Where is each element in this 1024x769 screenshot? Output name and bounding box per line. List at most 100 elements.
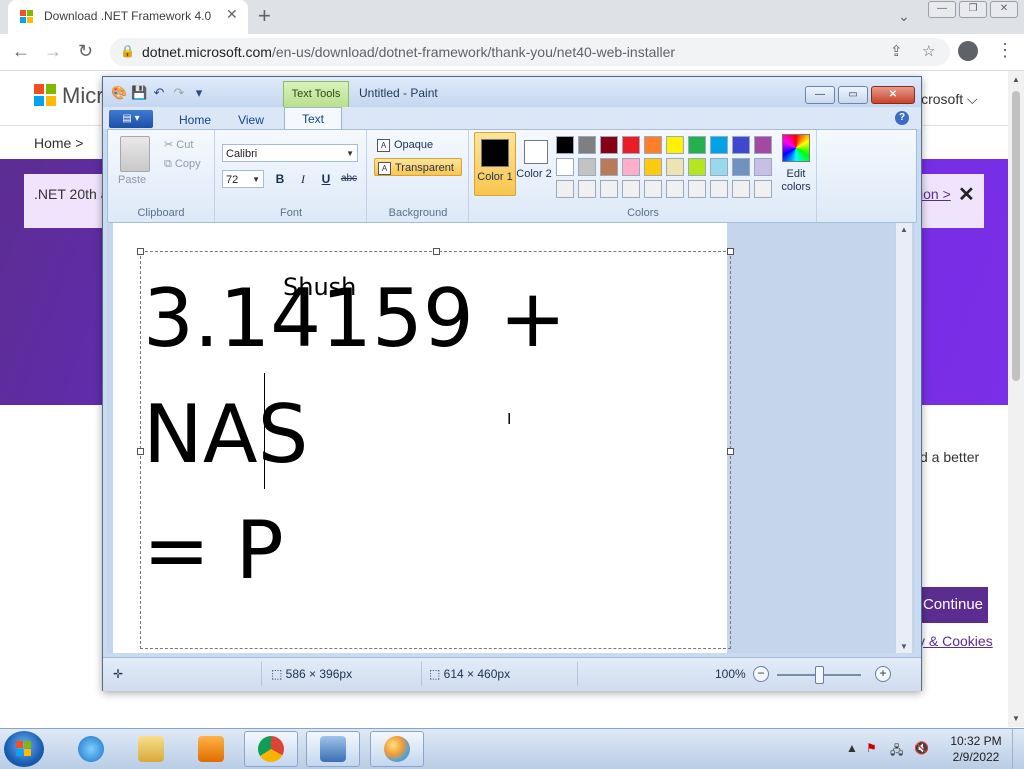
palette-swatch[interactable] (622, 136, 640, 154)
redo-icon[interactable]: ↷ (171, 85, 187, 101)
start-button[interactable] (4, 731, 44, 767)
announcement-link[interactable]: ion > (920, 186, 951, 202)
palette-swatch[interactable] (644, 136, 662, 154)
file-explorer-icon[interactable] (124, 731, 178, 767)
banner-close-icon[interactable]: ✕ (982, 417, 995, 437)
palette-swatch[interactable] (578, 180, 596, 198)
customize-qat-icon[interactable]: ▾ (191, 85, 207, 101)
palette-swatch[interactable] (666, 136, 684, 154)
scroll-thumb[interactable] (1012, 91, 1020, 381)
help-icon[interactable]: ? (895, 111, 909, 125)
palette-swatch[interactable] (556, 158, 574, 176)
zoom-slider-thumb[interactable] (815, 666, 824, 684)
color2-label[interactable]: Color 2 (514, 168, 554, 181)
underline-button[interactable]: U (316, 170, 336, 188)
tab-view[interactable]: View (227, 111, 275, 129)
palette-swatch[interactable] (732, 158, 750, 176)
palette-swatch[interactable] (666, 158, 684, 176)
edit-colors-button[interactable]: Edit colors (776, 134, 816, 194)
paint-maximize-button[interactable]: ▭ (838, 86, 868, 104)
italic-button[interactable]: I (293, 170, 313, 188)
palette-swatch[interactable] (754, 136, 772, 154)
url-text[interactable]: dotnet.microsoft.com/en-us/download/dotn… (142, 44, 675, 60)
bold-button[interactable]: B (270, 170, 290, 188)
show-hidden-icons[interactable]: ▲ (846, 741, 858, 755)
paint-menu-button[interactable]: ▤ ▾ (109, 110, 153, 128)
paint-taskbar-icon[interactable] (370, 731, 424, 767)
show-desktop-button[interactable] (1012, 729, 1024, 769)
volume-muted-icon[interactable]: 🔇 (914, 741, 929, 755)
palette-swatch[interactable] (556, 180, 574, 198)
new-tab-button[interactable]: + (258, 3, 271, 29)
breadcrumb-home[interactable]: Home > (34, 135, 83, 151)
system-clock[interactable]: 10:32 PM 2/9/2022 (948, 733, 1004, 765)
color1-button[interactable]: Color 1 (474, 132, 516, 196)
paint-close-button[interactable]: ✕ (871, 86, 915, 104)
palette-swatch[interactable] (688, 180, 706, 198)
palette-swatch[interactable] (688, 136, 706, 154)
tab-search-icon[interactable]: ⌄ (898, 8, 910, 25)
profile-avatar-icon[interactable] (958, 41, 978, 61)
palette-swatch[interactable] (578, 136, 596, 154)
paint-minimize-button[interactable]: — (805, 86, 835, 104)
palette-swatch[interactable] (666, 180, 684, 198)
canvas-scroll-up-icon[interactable]: ▲ (900, 225, 908, 234)
palette-swatch[interactable] (622, 158, 640, 176)
palette-swatch[interactable] (688, 158, 706, 176)
close-button[interactable]: ✕ (990, 1, 1018, 18)
palette-swatch[interactable] (710, 180, 728, 198)
paint-canvas[interactable]: 3.14159 + NAS = P Shush I (113, 223, 734, 653)
zoom-in-icon[interactable]: + (875, 666, 891, 682)
scroll-down-icon[interactable]: ▼ (1012, 714, 1020, 723)
share-icon[interactable]: ⇪ (890, 42, 903, 60)
paint-app-icon[interactable]: 🎨 (111, 85, 127, 101)
tab-home[interactable]: Home (171, 111, 219, 129)
color2-swatch[interactable] (524, 140, 548, 164)
paste-icon[interactable] (120, 136, 150, 172)
palette-swatch[interactable] (556, 136, 574, 154)
palette-swatch[interactable] (600, 180, 618, 198)
save-icon[interactable]: 💾 (131, 85, 147, 101)
font-family-select[interactable]: Calibri ▼ (222, 144, 358, 162)
privacy-cookies-link[interactable]: y & Cookies (918, 633, 993, 649)
palette-swatch[interactable] (644, 180, 662, 198)
action-center-icon[interactable]: ⚑ (866, 741, 877, 755)
palette-swatch[interactable] (644, 158, 662, 176)
palette-swatch[interactable] (710, 136, 728, 154)
resize-handle[interactable] (727, 248, 734, 255)
font-size-select[interactable]: 72 ▼ (222, 170, 264, 188)
network-icon[interactable]: 🖧 (890, 741, 903, 762)
strikethrough-button[interactable]: abc (339, 170, 359, 188)
chrome-icon[interactable] (244, 731, 298, 767)
resize-handle[interactable] (137, 248, 144, 255)
forward-icon[interactable]: → (44, 41, 62, 62)
restore-button[interactable]: ❐ (959, 1, 987, 18)
media-player-icon[interactable] (184, 731, 238, 767)
minimize-button[interactable]: — (928, 1, 956, 18)
resize-handle[interactable] (433, 248, 440, 255)
palette-swatch[interactable] (754, 158, 772, 176)
paste-button[interactable]: Paste (118, 174, 146, 186)
microsoft-logo-icon[interactable] (34, 84, 56, 106)
remote-desktop-icon[interactable] (306, 731, 360, 767)
transparent-option[interactable]: A Transparent (374, 158, 462, 176)
palette-swatch[interactable] (732, 136, 750, 154)
lock-icon[interactable]: 🔒 (120, 44, 135, 58)
tab-close-icon[interactable]: ✕ (226, 6, 238, 23)
all-microsoft-menu[interactable]: icrosoft ⌵ (918, 91, 978, 108)
palette-swatch[interactable] (754, 180, 772, 198)
scroll-up-icon[interactable]: ▲ (1012, 75, 1020, 84)
cut-button[interactable]: ✂ Cut (164, 138, 193, 151)
internet-explorer-icon[interactable] (64, 731, 118, 767)
copy-button[interactable]: ⧉ Copy (164, 158, 201, 171)
bookmark-star-icon[interactable]: ☆ (922, 42, 935, 60)
zoom-out-icon[interactable]: − (753, 666, 769, 682)
tab-text[interactable]: Text (284, 107, 342, 130)
palette-swatch[interactable] (600, 136, 618, 154)
reload-icon[interactable]: ↻ (78, 41, 93, 62)
palette-swatch[interactable] (600, 158, 618, 176)
browser-menu-icon[interactable]: ⋮ (996, 40, 1014, 61)
undo-icon[interactable]: ↶ (151, 85, 167, 101)
continue-button[interactable]: Continue (918, 587, 988, 623)
announcement-close-icon[interactable]: ✕ (958, 182, 975, 207)
